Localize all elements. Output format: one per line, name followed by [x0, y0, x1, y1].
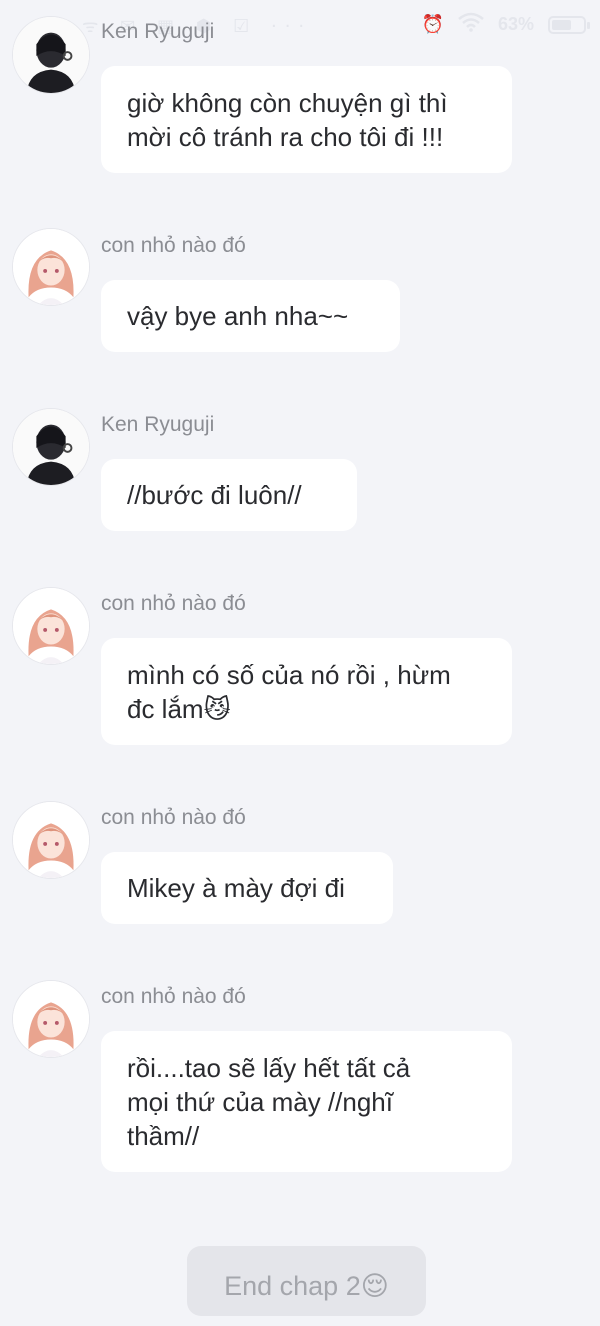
girl-avatar[interactable]	[12, 228, 90, 306]
message-bubble[interactable]: mình có số của nó rồi , hừm đc lắm😼	[101, 638, 512, 745]
girl-avatar[interactable]	[12, 801, 90, 879]
sender-name: con nhỏ nào đó	[101, 234, 246, 257]
battery-percent: 63%	[497, 14, 534, 34]
message-text: mình có số của nó rồi , hừm đc lắm😼	[127, 659, 451, 724]
status-bar: ᯤ ✉ ▦ ⬢ ☑ ··· ⏰ 63%	[0, 0, 600, 54]
battery-icon	[548, 15, 590, 34]
alarm-icon: ⏰	[421, 14, 444, 34]
message-bubble[interactable]: giờ không còn chuyện gì thì mời cô tránh…	[101, 66, 512, 173]
sender-name: con nhỏ nào đó	[101, 806, 246, 829]
message-text: rồi....tao sẽ lấy hết tất cả mọi thứ của…	[127, 1052, 411, 1151]
message-text: Mikey à mày đợi đi	[127, 873, 345, 903]
message-bubble[interactable]: rồi....tao sẽ lấy hết tất cả mọi thứ của…	[101, 1031, 512, 1172]
message-bubble[interactable]: Mikey à mày đợi đi	[101, 852, 393, 924]
system-indicators: ⏰ 63%	[421, 12, 590, 37]
sender-name: Ken Ryuguji	[101, 20, 215, 43]
wifi-icon	[458, 12, 484, 37]
message-text: giờ không còn chuyện gì thì mời cô tránh…	[127, 87, 448, 152]
end-chapter-label: End chap 2😌	[187, 1246, 426, 1316]
message-bubble[interactable]: //bước đi luôn//	[101, 459, 357, 531]
sender-name: Ken Ryuguji	[101, 413, 215, 436]
sender-name: con nhỏ nào đó	[101, 985, 246, 1008]
message-text: vậy bye anh nha~~	[127, 301, 349, 331]
message-bubble[interactable]: vậy bye anh nha~~	[101, 280, 400, 352]
ken-avatar[interactable]	[12, 408, 90, 486]
sender-name: con nhỏ nào đó	[101, 592, 246, 615]
girl-avatar[interactable]	[12, 587, 90, 665]
girl-avatar[interactable]	[12, 980, 90, 1058]
message-text: //bước đi luôn//	[127, 480, 302, 510]
ken-avatar[interactable]	[12, 16, 90, 94]
